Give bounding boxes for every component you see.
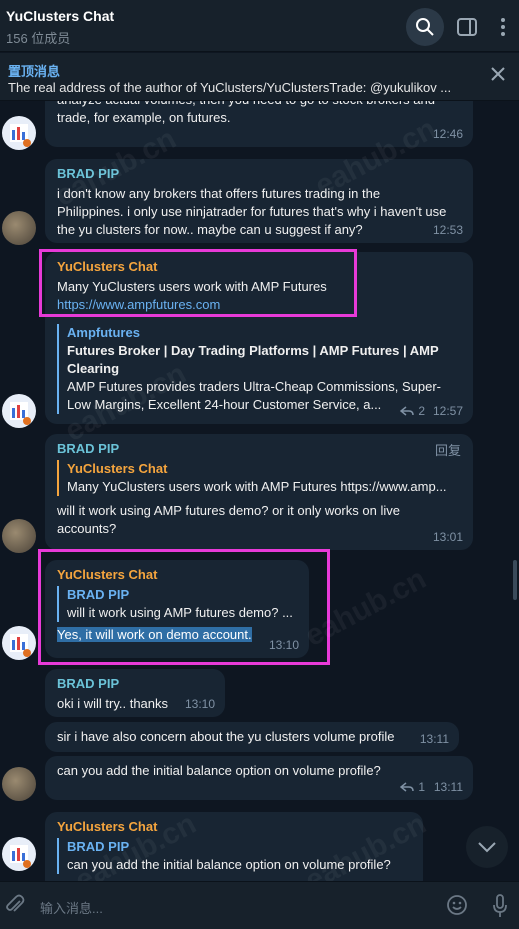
message-time: 13:11 — [419, 732, 449, 746]
attach-icon — [6, 894, 25, 912]
quoted-message[interactable]: YuClusters Chat Many YuClusters users wo… — [57, 460, 462, 496]
quoted-sender: BRAD PIP — [67, 839, 130, 854]
message-time: 12:53 — [432, 223, 463, 237]
scroll-to-bottom-button[interactable] — [466, 826, 508, 868]
reply-count-number: 1 — [418, 780, 425, 794]
avatar-yuclusters[interactable] — [2, 116, 36, 150]
quoted-sender: YuClusters Chat — [67, 461, 168, 476]
more-vertical-icon — [501, 18, 505, 36]
message-composer: 输入消息... — [0, 881, 519, 929]
message-text: i don't know any brokers that offers fut… — [57, 186, 447, 237]
emoji-button[interactable] — [446, 894, 468, 921]
link-preview-title: Futures Broker | Day Trading Platforms |… — [67, 343, 439, 376]
message-time: 13:10 — [184, 697, 215, 711]
avatar-yuclusters[interactable] — [2, 394, 36, 428]
link-preview[interactable]: Ampfutures Futures Broker | Day Trading … — [57, 324, 452, 414]
message-bubble[interactable]: YuClusters Chat BRAD PIP can you add the… — [45, 812, 423, 881]
chat-title[interactable]: YuClusters Chat — [6, 8, 114, 24]
close-icon — [491, 67, 505, 81]
attach-button[interactable] — [4, 894, 26, 921]
message-bubble[interactable]: BRAD PIP i don't know any brokers that o… — [45, 159, 473, 243]
message-sender[interactable]: BRAD PIP — [57, 440, 461, 458]
message-input[interactable]: 输入消息... — [40, 898, 103, 917]
message-list[interactable]: analyze actual volumes, then you need to… — [0, 101, 519, 881]
side-panel-icon — [457, 18, 477, 36]
link-preview-description: AMP Futures provides traders Ultra-Cheap… — [67, 379, 442, 412]
quoted-text: Many YuClusters users work with AMP Futu… — [67, 479, 447, 494]
reply-count-number: 2 — [418, 404, 425, 418]
voice-button[interactable] — [492, 894, 508, 923]
message-bubble[interactable]: BRAD PIP 回复 YuClusters Chat Many YuClust… — [45, 434, 473, 550]
chat-header: YuClusters Chat 156 位成员 — [0, 0, 519, 52]
pinned-text: The real address of the author of YuClus… — [8, 80, 452, 95]
quoted-message[interactable]: BRAD PIP can you add the initial balance… — [57, 838, 411, 874]
reply-label[interactable]: 回复 — [435, 442, 461, 460]
microphone-icon — [493, 894, 507, 917]
pinned-title: 置顶消息 — [8, 64, 61, 79]
reply-icon — [400, 782, 415, 792]
message-time: 12:57 — [432, 404, 463, 418]
message-time: 13:11 — [433, 780, 463, 794]
emoji-icon — [447, 895, 467, 915]
message-sender[interactable]: YuClusters Chat — [57, 818, 411, 836]
message-text: analyze actual volumes, then you need to… — [57, 101, 435, 125]
message-text: will it work using AMP futures demo? or … — [57, 503, 400, 536]
highlight-box — [39, 249, 357, 317]
message-bubble[interactable]: BRAD PIP oki i will try.. thanks 13:10 — [45, 669, 225, 717]
search-button[interactable] — [406, 8, 444, 46]
message-time: 13:01 — [432, 530, 463, 544]
side-panel-button[interactable] — [448, 8, 486, 46]
pinned-close-button[interactable] — [490, 66, 506, 87]
avatar-yuclusters[interactable] — [2, 837, 36, 871]
reply-icon — [400, 406, 415, 416]
chevron-down-icon — [478, 842, 496, 853]
avatar-brad-pip[interactable] — [2, 767, 36, 801]
message-time: 12:46 — [432, 127, 463, 141]
more-button[interactable] — [484, 8, 519, 46]
message-bubble[interactable]: can you add the initial balance option o… — [45, 756, 473, 800]
message-text: sir i have also concern about the yu clu… — [57, 729, 395, 744]
avatar-yuclusters[interactable] — [2, 626, 36, 660]
reply-count[interactable]: 1 — [400, 778, 425, 796]
message-sender[interactable]: BRAD PIP — [57, 165, 461, 183]
message-bubble[interactable]: analyze actual volumes, then you need to… — [45, 101, 473, 147]
member-count: 156 位成员 — [6, 31, 71, 46]
avatar-brad-pip[interactable] — [2, 519, 36, 553]
search-icon — [416, 18, 434, 36]
quoted-text: can you add the initial balance option o… — [67, 857, 391, 872]
avatar-brad-pip[interactable] — [2, 211, 36, 245]
message-bubble[interactable]: sir i have also concern about the yu clu… — [45, 722, 459, 752]
highlight-box — [38, 549, 330, 665]
pinned-message-bar[interactable]: 置顶消息 The real address of the author of Y… — [0, 53, 519, 101]
scrollbar-thumb[interactable] — [513, 560, 517, 600]
reply-count[interactable]: 2 — [400, 402, 425, 420]
message-sender[interactable]: BRAD PIP — [57, 675, 213, 693]
link-preview-site: Ampfutures — [67, 325, 140, 340]
